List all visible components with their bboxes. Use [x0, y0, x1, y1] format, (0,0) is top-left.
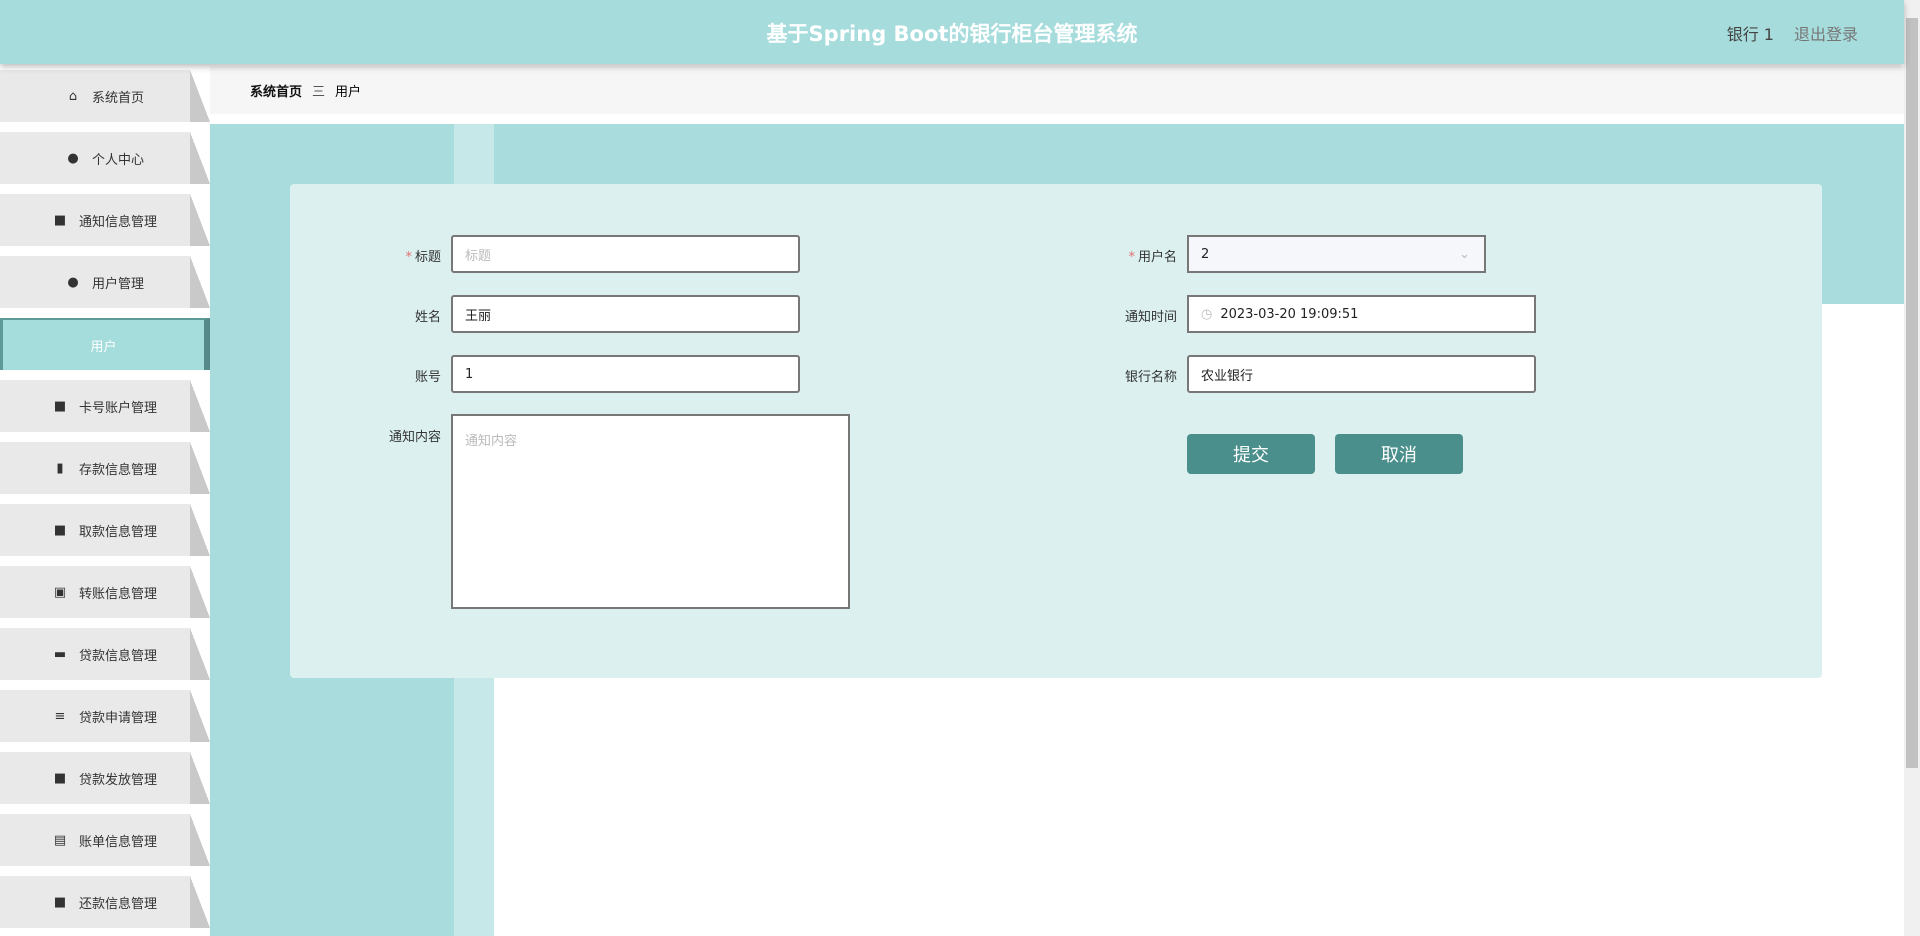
breadcrumb-home[interactable]: 系统首页 [250, 81, 302, 100]
required-icon: * [1128, 250, 1135, 265]
title-label: 标题 [414, 250, 441, 265]
content-placeholder: 通知内容 [465, 434, 518, 449]
sidebar-item-label: 取款信息管理 [78, 524, 157, 540]
sidebar-item-10[interactable]: ≡ 贷款申请管理 [0, 690, 210, 742]
sidebar-item-label: 贷款发放管理 [78, 772, 157, 788]
grid-icon: ■ [53, 770, 67, 786]
sliders-icon: ≡ [54, 708, 66, 724]
username-value: 2 [1201, 246, 1210, 262]
sidebar-item-9[interactable]: ▬ 贷款信息管理 [0, 628, 210, 680]
sidebar-item-8[interactable]: ▣ 转账信息管理 [0, 566, 210, 618]
main-content: * 标题 标题 姓名 王丽 账号 1 通知内容 通知内容 * 用户名 2 ⌄ 通知时间… [210, 124, 1904, 936]
breadcrumb: 系统首页 三 用户 [210, 66, 1904, 114]
sidebar-item-label: 个人中心 [91, 152, 144, 168]
sidebar-item-11[interactable]: ■ 贷款发放管理 [0, 752, 210, 804]
briefcase-icon: ▬ [53, 646, 67, 662]
required-icon: * [405, 250, 412, 265]
home-icon: ⌂ [68, 88, 78, 104]
time-label: 通知时间 [1124, 310, 1177, 325]
sidebar-item-7[interactable]: ■ 取款信息管理 [0, 504, 210, 556]
title-input[interactable]: 标题 [451, 235, 800, 273]
sidebar-item-1[interactable]: ● 个人中心 [0, 132, 210, 184]
top-header: 基于Spring Boot的银行柜台管理系统 银行 1 退出登录 [0, 0, 1904, 64]
grid-icon: ■ [53, 522, 67, 538]
sidebar-item-label: 卡号账户管理 [78, 400, 157, 416]
sidebar: ⌂ 系统首页 ● 个人中心 ■ 通知信息管理 ● 用户管理用户 ■ 卡号账户管理 ▮ 存款信息管理 ■ 取… [0, 64, 210, 936]
bank-label: 银行名称 [1124, 370, 1177, 385]
chevron-down-icon: ⌄ [1459, 246, 1470, 262]
sidebar-item-2[interactable]: ■ 通知信息管理 [0, 194, 210, 246]
sidebar-item-label: 转账信息管理 [78, 586, 157, 602]
sidebar-item-label: 存款信息管理 [78, 462, 157, 478]
breadcrumb-current: 用户 [335, 84, 362, 100]
sidebar-item-label: 贷款信息管理 [78, 648, 157, 664]
account-input[interactable]: 1 [451, 355, 800, 393]
sidebar-item-label: 贷款申请管理 [78, 710, 157, 726]
grid-icon: ■ [53, 894, 67, 910]
clock-icon: ◷ [1201, 306, 1213, 322]
sidebar-item-4[interactable]: 用户 [0, 318, 210, 370]
sidebar-item-label: 还款信息管理 [78, 896, 157, 912]
scrollbar[interactable] [1904, 0, 1920, 936]
sidebar-item-6[interactable]: ▮ 存款信息管理 [0, 442, 210, 494]
bank-input[interactable]: 农业银行 [1187, 355, 1536, 393]
scrollbar-thumb[interactable] [1906, 18, 1918, 768]
time-value: 2023-03-20 19:09:51 [1220, 306, 1359, 322]
sidebar-item-label: 通知信息管理 [78, 214, 157, 230]
account-label: 账号 [414, 370, 441, 385]
bar-chart-icon: ▮ [56, 460, 64, 476]
logout-link[interactable]: 退出登录 [1794, 21, 1858, 45]
submit-button[interactable]: 提交 [1187, 434, 1315, 474]
current-user: 银行 1 [1726, 25, 1774, 44]
content-label: 通知内容 [388, 430, 441, 445]
app-title: 基于Spring Boot的银行柜台管理系统 [766, 22, 1138, 46]
sidebar-item-label: 用户 [90, 339, 117, 355]
sidebar-item-13[interactable]: ■ 还款信息管理 [0, 876, 210, 928]
name-label: 姓名 [414, 310, 441, 325]
grid-icon: ■ [53, 212, 67, 228]
sidebar-item-label: 用户管理 [91, 276, 144, 292]
username-label: 用户名 [1137, 250, 1177, 265]
sidebar-item-label: 账单信息管理 [78, 834, 157, 850]
sidebar-item-5[interactable]: ■ 卡号账户管理 [0, 380, 210, 432]
user-icon: ● [67, 150, 79, 166]
bulb-icon: ● [67, 274, 79, 290]
username-select[interactable]: 2 ⌄ [1187, 235, 1486, 273]
sidebar-item-0[interactable]: ⌂ 系统首页 [0, 70, 210, 122]
sidebar-item-3[interactable]: ● 用户管理 [0, 256, 210, 308]
breadcrumb-separator: 三 [312, 84, 326, 100]
name-input[interactable]: 王丽 [451, 295, 800, 333]
clipboard-x-icon: ▣ [53, 584, 67, 600]
time-picker[interactable]: ◷ 2023-03-20 19:09:51 [1187, 295, 1536, 333]
title-placeholder: 标题 [465, 248, 492, 264]
clipboard-icon: ▤ [53, 832, 67, 848]
user-form: * 标题 标题 姓名 王丽 账号 1 通知内容 通知内容 * 用户名 2 ⌄ 通知时间… [290, 184, 1822, 678]
sidebar-item-label: 系统首页 [91, 90, 144, 106]
sidebar-item-12[interactable]: ▤ 账单信息管理 [0, 814, 210, 866]
cancel-button[interactable]: 取消 [1335, 434, 1463, 474]
grid-icon: ■ [53, 398, 67, 414]
content-textarea[interactable]: 通知内容 [451, 414, 850, 609]
